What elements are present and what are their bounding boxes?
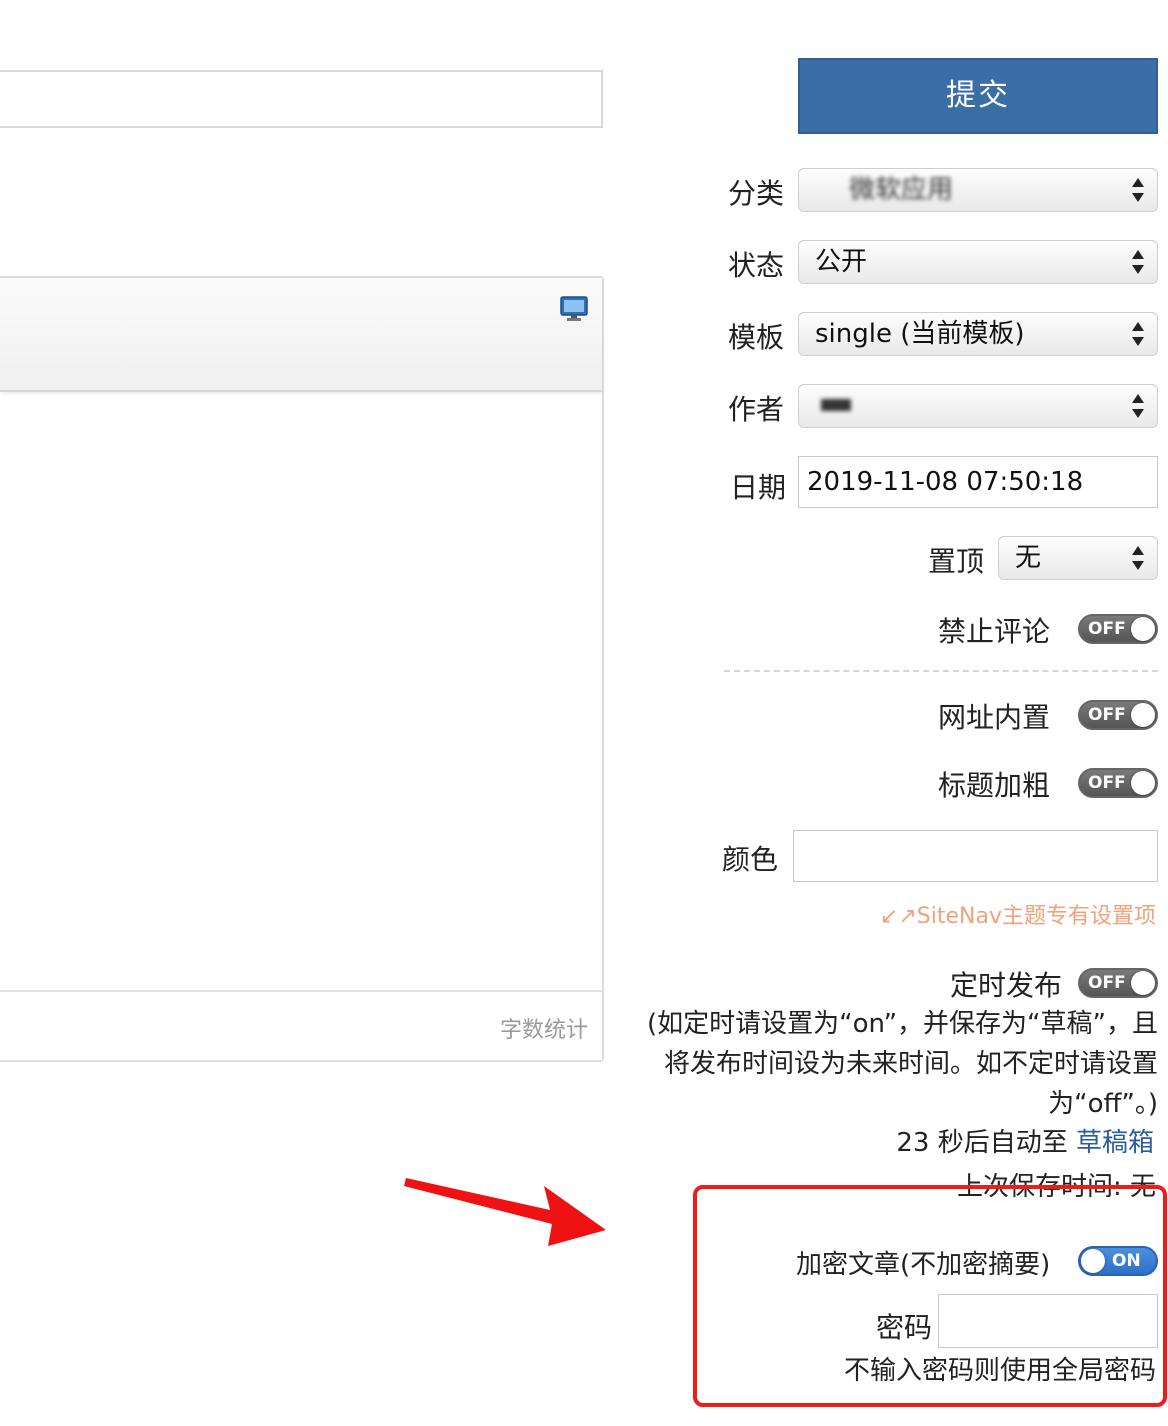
toggle-knob [1131,771,1155,795]
encrypt-label: 加密文章(不加密摘要) [796,1250,1051,1280]
date-input[interactable]: 2019-11-08 07:50:18 [798,456,1158,508]
content-editor[interactable]: 字数统计 [0,276,604,1062]
url-builtin-toggle[interactable]: OFF [1078,700,1158,730]
date-label: 日期 [730,471,787,504]
updown-arrows-icon [1132,546,1144,570]
scheduled-toggle[interactable]: OFF [1078,968,1158,998]
monitor-icon[interactable] [560,296,588,322]
editor-toolbar [0,278,602,392]
toggle-state: OFF [1088,619,1126,639]
sticky-value: 无 [1015,543,1042,573]
template-select[interactable]: single (当前模板) [798,312,1158,356]
toggle-state: ON [1112,1251,1141,1271]
scheduled-help-text: (如定时请设置为“on”，并保存为“草稿”，且将发布时间设为未来时间。如不定时请… [647,1009,1158,1119]
category-select[interactable]: 微软应用 [798,168,1158,212]
submit-button[interactable]: 提交 [798,58,1158,134]
post-title-input[interactable] [0,70,603,128]
disable-comments-label: 禁止评论 [938,615,1051,648]
password-input[interactable] [938,1294,1158,1348]
drafts-link[interactable]: 草稿箱 [1076,1128,1154,1158]
status-select[interactable]: 公开 [798,240,1158,284]
author-redacted [821,399,851,411]
encrypt-toggle[interactable]: ON [1078,1246,1158,1276]
password-label: 密码 [876,1311,933,1344]
author-select[interactable] [798,384,1158,428]
theme-settings-note: ↙↗SiteNav主题专有设置项 [879,904,1156,929]
sticky-select[interactable]: 无 [998,536,1158,580]
toggle-knob [1131,971,1155,995]
bold-title-toggle[interactable]: OFF [1078,768,1158,798]
scheduled-label: 定时发布 [950,969,1063,1002]
toggle-knob [1131,703,1155,727]
toggle-state: OFF [1088,973,1126,993]
red-arrow-icon [404,1178,606,1246]
author-label: 作者 [728,393,785,426]
updown-arrows-icon [1132,394,1144,418]
category-label: 分类 [728,177,785,210]
toggle-state: OFF [1088,705,1126,725]
status-label: 状态 [728,249,785,282]
updown-arrows-icon [1132,250,1144,274]
updown-arrows-icon [1132,178,1144,202]
bold-title-label: 标题加粗 [938,769,1051,802]
toggle-knob [1081,1249,1105,1273]
url-builtin-label: 网址内置 [938,701,1051,734]
autosave-countdown: 23 秒后自动至 [896,1128,1076,1158]
toggle-knob [1131,617,1155,641]
password-hint: 不输入密码则使用全局密码 [843,1356,1156,1386]
toggle-state: OFF [1088,773,1126,793]
color-input[interactable] [793,830,1158,882]
word-count-label[interactable]: 字数统计 [500,1012,588,1044]
category-value: 微软应用 [849,175,954,205]
autosave-status: 23 秒后自动至 草稿箱 [896,1122,1154,1159]
disable-comments-toggle[interactable]: OFF [1078,614,1158,644]
template-value: single (当前模板) [815,319,1025,349]
divider [724,670,1158,672]
color-label: 颜色 [722,843,779,876]
template-label: 模板 [728,321,785,354]
editor-statusbar: 字数统计 [0,990,602,1060]
updown-arrows-icon [1132,322,1144,346]
sticky-label: 置顶 [928,545,985,578]
status-value: 公开 [815,247,868,277]
